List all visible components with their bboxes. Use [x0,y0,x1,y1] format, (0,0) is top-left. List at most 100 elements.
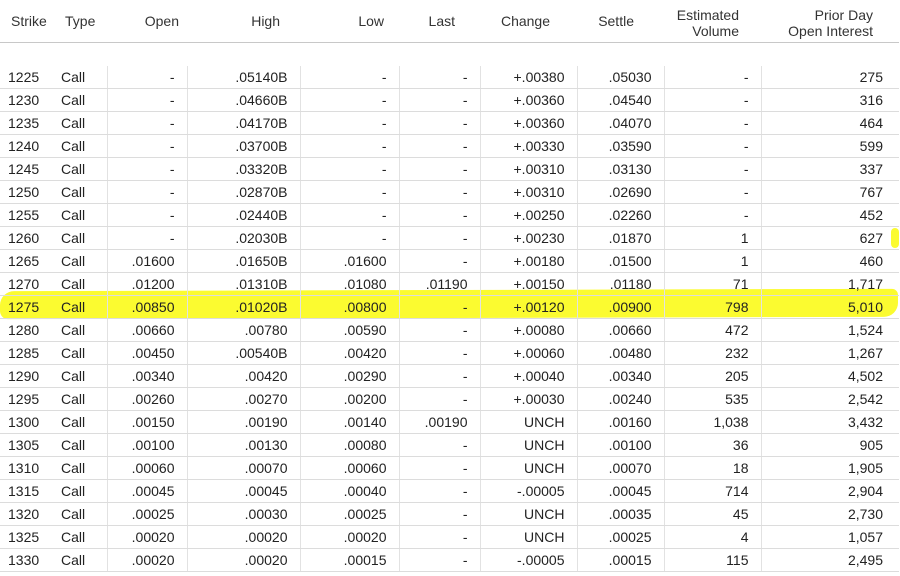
cell-settle: .00900 [576,295,664,319]
cell-type: Call [50,525,107,549]
cell-high: .00020 [186,525,300,549]
cell-last: - [398,318,480,342]
cell-type: Call [50,272,107,296]
cell-high: .00020 [186,548,300,572]
cell-type: Call [50,502,107,526]
cell-estimated-volume: 45 [663,502,761,526]
cell-last: - [398,203,480,227]
cell-open-interest: 275 [760,66,899,89]
cell-last: .01190 [398,272,480,296]
cell-open: - [106,157,187,181]
table-row[interactable]: 1255 Call - .02440B - - +.00250.02260-452 [0,203,899,227]
cell-low: .00020 [299,525,399,549]
cell-last: - [398,502,480,526]
column-header-volume-line2: Volume [692,23,739,39]
cell-settle: .00480 [576,341,664,365]
table-row[interactable]: 1280 Call .00660.00780.00590- +.00080.00660… [0,318,899,342]
cell-settle: .02260 [576,203,664,227]
cell-settle: .00015 [576,548,664,572]
cell-estimated-volume: - [663,180,761,204]
cell-low: - [299,88,399,112]
cell-low: .01600 [299,249,399,273]
cell-change: +.00230 [479,226,577,250]
table-row[interactable]: 1240 Call - .03700B - - +.00330.03590-599 [0,134,899,158]
cell-change: +.00310 [479,180,577,204]
table-row[interactable]: 1265 Call .01600.01650B .01600- +.00180.0150… [0,249,899,273]
table-row[interactable]: 1305 Call .00100.00130.00080- UNCH .00100 36 9… [0,433,899,457]
table-row[interactable]: 1310 Call .00060.00070.00060- UNCH .00070 18 1… [0,456,899,480]
cell-high: .03700B [186,134,300,158]
cell-type: Call [50,134,107,158]
cell-strike: 1315 [0,479,50,503]
cell-settle: .02690 [576,180,664,204]
column-header-open[interactable]: Open [107,0,187,43]
table-row[interactable]: 1330 Call .00020.00020.00015- -.00005.00015… [0,548,899,572]
cell-settle: .03590 [576,134,664,158]
cell-change: +.00040 [479,364,577,388]
cell-change: +.00360 [479,88,577,112]
cell-estimated-volume: 798 [663,295,761,319]
cell-settle: .00340 [576,364,664,388]
table-row[interactable]: 1285 Call .00450.00540B .00420- +.00060.0048… [0,341,899,365]
column-header-strike[interactable]: Strike [0,0,50,43]
cell-last: - [398,456,480,480]
cell-last: - [398,364,480,388]
table-row[interactable]: 1290 Call .00340.00420.00290- +.00040.00340… [0,364,899,388]
table-row[interactable]: 1230 Call - .04660B - - +.00360.04540-316 [0,88,899,112]
column-header-settle[interactable]: Settle [577,0,664,43]
column-header-type[interactable]: Type [50,0,107,43]
cell-high: .05140B [186,66,300,89]
cell-open-interest: 460 [760,249,899,273]
column-header-change[interactable]: Change [480,0,577,43]
table-row[interactable]: 1300 Call .00150.00190.00140.00190 UNCH .001… [0,410,899,434]
cell-settle: .01180 [576,272,664,296]
table-row[interactable]: 1235 Call - .04170B - - +.00360.04070-464 [0,111,899,135]
cell-low: .01080 [299,272,399,296]
cell-last: - [398,88,480,112]
cell-open-interest: 767 [760,180,899,204]
cell-strike: 1290 [0,364,50,388]
cell-open-interest: 1,524 [760,318,899,342]
cell-strike: 1305 [0,433,50,457]
cell-strike: 1330 [0,548,50,572]
cell-strike: 1295 [0,387,50,411]
table-header: Strike Type Open High Low Last Change Se… [0,0,899,43]
cell-type: Call [50,66,107,89]
cell-estimated-volume: 18 [663,456,761,480]
cell-type: Call [50,364,107,388]
table-row[interactable]: 1260 Call - .02030B - - +.00230.01870 1 627 [0,226,899,250]
cell-strike: 1325 [0,525,50,549]
cell-open-interest: 1,905 [760,456,899,480]
table-row[interactable]: 1275 Call .00850.01020B .00800- +.00120.0090… [0,295,899,319]
table-row[interactable]: 1295 Call .00260.00270.00200- +.00030.00240… [0,387,899,411]
column-header-estimated-volume[interactable]: Estimated Volume [664,0,761,43]
cell-open: - [106,66,187,89]
cell-open: - [106,111,187,135]
table-row[interactable]: 1325 Call .00020.00020.00020- UNCH .00025 4 1,… [0,525,899,549]
cell-last: .00190 [398,410,480,434]
cell-change: +.00060 [479,341,577,365]
column-header-open-interest[interactable]: Prior Day Open Interest [761,0,899,43]
cell-last: - [398,226,480,250]
table-row[interactable]: 1270 Call .01200.01310B .01080.01190 +.00150… [0,272,899,296]
column-header-low[interactable]: Low [300,0,399,43]
cell-last: - [398,548,480,572]
table-row[interactable]: 1250 Call - .02870B - - +.00310.02690-767 [0,180,899,204]
column-header-last[interactable]: Last [399,0,480,43]
column-header-high[interactable]: High [187,0,300,43]
table-row[interactable]: 1315 Call .00045.00045.00040- -.00005.00045… [0,479,899,503]
cell-high: .00030 [186,502,300,526]
cell-estimated-volume: 4 [663,525,761,549]
cell-low: .00800 [299,295,399,319]
table-row[interactable]: 1245 Call - .03320B - - +.00310.03130-337 [0,157,899,181]
table-row[interactable]: 1320 Call .00025.00030.00025- UNCH .00035 45 2… [0,502,899,526]
cell-strike: 1280 [0,318,50,342]
options-table: Strike Type Open High Low Last Change Se… [0,0,899,572]
header-row: Strike Type Open High Low Last Change Se… [0,0,899,43]
cell-type: Call [50,341,107,365]
cell-estimated-volume: 1,038 [663,410,761,434]
table-row[interactable]: 1225 Call - .05140B - - +.00380.05030-275 [0,66,899,89]
cell-settle: .05030 [576,66,664,89]
cell-open-interest: 2,495 [760,548,899,572]
cell-settle: .01500 [576,249,664,273]
